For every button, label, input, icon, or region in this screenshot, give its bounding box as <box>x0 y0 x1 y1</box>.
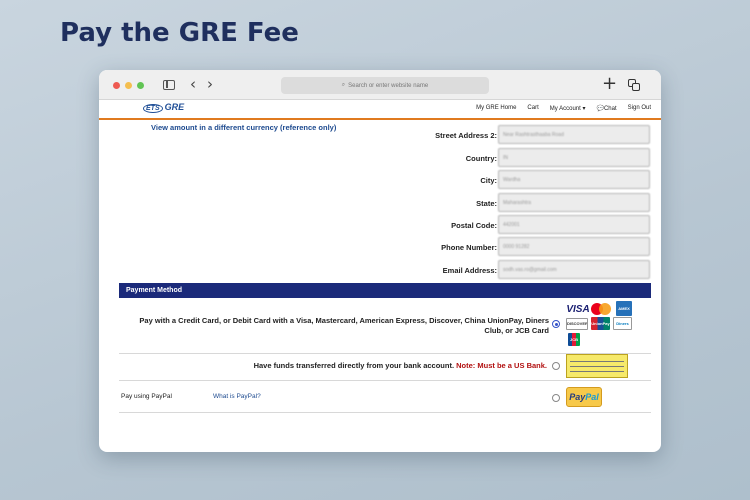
email-address-field[interactable]: sodh.vas.ro@gmail.com <box>498 260 650 279</box>
form-row-phone-number: Phone Number: 0000 91282 <box>99 237 661 257</box>
minimize-window-button[interactable] <box>125 82 132 89</box>
browser-window: ‹ › ⌕ Search or enter website name + ETS… <box>99 70 661 452</box>
form-label: Email Address: <box>442 266 497 275</box>
site-header: ETS GRE My GRE Home Cart My Account ▾ 💬Ch… <box>99 100 661 120</box>
form-row-country: Country: IN <box>99 148 661 168</box>
card-payment-radio[interactable] <box>552 320 560 328</box>
unionpay-logo: UnionPay <box>591 317 610 330</box>
form-row-email-address: Email Address: sodh.vas.ro@gmail.com <box>99 260 661 280</box>
forward-arrow-icon[interactable]: › <box>207 75 213 93</box>
mastercard-logo <box>591 302 613 316</box>
jcb-logo: JCB <box>568 333 580 346</box>
page-heading: Pay the GRE Fee <box>60 18 299 48</box>
state-field[interactable]: Maharashtra <box>498 193 650 212</box>
back-arrow-icon[interactable]: ‹ <box>190 75 196 93</box>
phone-number-field[interactable]: 0000 91282 <box>498 237 650 256</box>
bank-note: Note: Must be a US Bank. <box>456 361 547 370</box>
visa-logo: VISA <box>566 303 590 316</box>
postal-code-field[interactable]: 442001 <box>498 215 650 234</box>
country-field[interactable]: IN <box>498 148 650 167</box>
form-row-street-address-2: Street Address 2: Near Rashtrasthaaba Ro… <box>99 125 661 145</box>
nav-cart[interactable]: Cart <box>527 105 538 112</box>
amex-logo: AMEX <box>616 301 632 316</box>
form-label: Phone Number: <box>441 243 497 252</box>
ets-gre-logo[interactable]: ETS GRE <box>143 102 184 113</box>
paypal-payment-label: Pay using PayPal <box>121 393 172 400</box>
new-tab-plus-icon[interactable]: + <box>602 73 617 94</box>
form-label: State: <box>476 199 497 208</box>
sidebar-toggle-icon[interactable] <box>163 80 175 90</box>
diners-club-logo: Diners <box>613 317 632 330</box>
form-row-city: City: Wardha <box>99 170 661 190</box>
form-label: City: <box>480 176 497 185</box>
nav-my-gre-home[interactable]: My GRE Home <box>476 105 516 112</box>
paypal-payment-radio[interactable] <box>552 394 560 402</box>
nav-my-account[interactable]: My Account ▾ <box>550 105 586 112</box>
chat-icon: 💬 <box>596 106 604 112</box>
paypal-logo[interactable]: PayPal <box>566 387 602 407</box>
bank-payment-label: Have funds transferred directly from you… <box>253 361 547 370</box>
card-payment-label: Pay with a Credit Card, or Debit Card wi… <box>139 316 549 335</box>
tab-overview-icon[interactable] <box>628 79 640 91</box>
city-field[interactable]: Wardha <box>498 170 650 189</box>
site-nav: My GRE Home Cart My Account ▾ 💬Chat Sign… <box>476 105 651 112</box>
payment-method-header: Payment Method <box>119 283 651 298</box>
form-row-postal-code: Postal Code: 442001 <box>99 215 661 235</box>
form-label: Postal Code: <box>451 221 497 230</box>
street-address-2-field[interactable]: Near Rashtrasthaaba Road <box>498 125 650 144</box>
form-label: Country: <box>465 154 497 163</box>
divider <box>119 380 651 381</box>
maximize-window-button[interactable] <box>137 82 144 89</box>
nav-chat[interactable]: 💬Chat <box>596 105 616 112</box>
nav-sign-out[interactable]: Sign Out <box>628 105 651 112</box>
address-placeholder: Search or enter website name <box>348 82 429 89</box>
bank-payment-radio[interactable] <box>552 362 560 370</box>
divider <box>119 412 651 413</box>
address-bar[interactable]: ⌕ Search or enter website name <box>281 77 489 94</box>
search-icon: ⌕ <box>341 82 346 88</box>
bank-check-icon <box>566 354 628 378</box>
close-window-button[interactable] <box>113 82 120 89</box>
form-row-state: State: Maharashtra <box>99 193 661 213</box>
what-is-paypal-link[interactable]: What is PayPal? <box>213 393 261 400</box>
discover-logo: DISCOVER <box>566 318 588 330</box>
form-label: Street Address 2: <box>435 131 497 140</box>
browser-toolbar: ‹ › ⌕ Search or enter website name + <box>99 70 661 100</box>
